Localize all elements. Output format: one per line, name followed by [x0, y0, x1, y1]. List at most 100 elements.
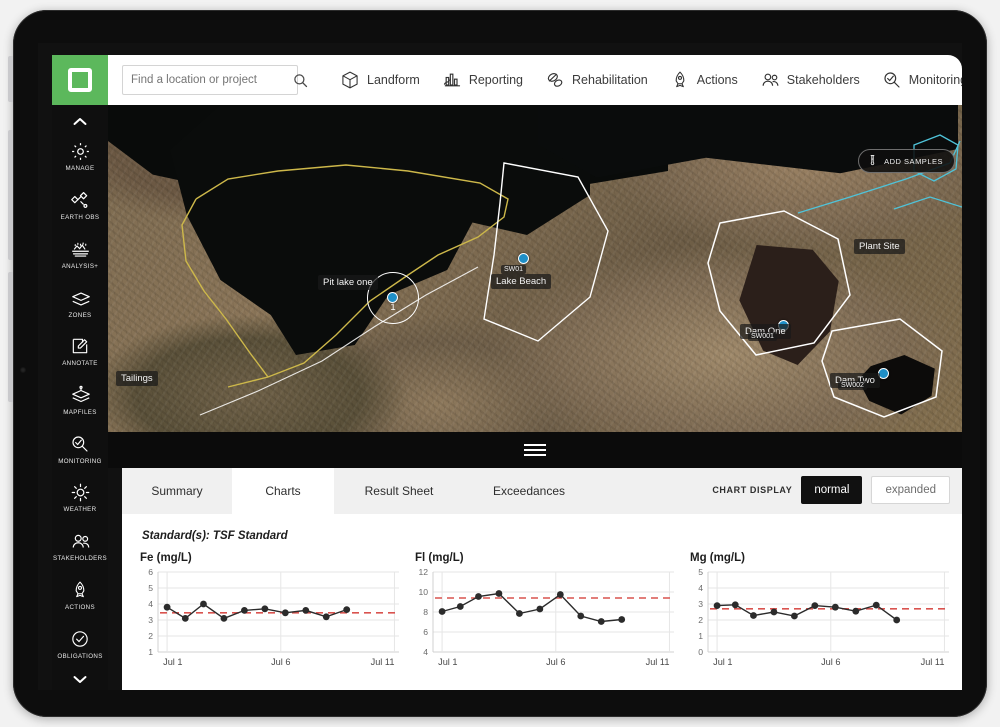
satellite-map[interactable]: 1 Tailings Pit lake one SW01 Lake Beach …	[108, 105, 962, 432]
top-navigation-bar: Landform Reporting	[52, 55, 962, 105]
hamburger-handle-icon	[524, 443, 546, 457]
rocket-icon	[670, 70, 690, 90]
map-label-tailings[interactable]: Tailings	[116, 371, 158, 386]
topnav-label-rehabilitation: Rehabilitation	[572, 73, 648, 87]
svg-text:4: 4	[423, 647, 428, 657]
tab-exceedances[interactable]: Exceedances	[464, 468, 594, 514]
device-power-button[interactable]	[8, 56, 13, 102]
topnav-item-monitoring[interactable]: Monitoring	[882, 70, 962, 90]
svg-text:Jul 1: Jul 1	[438, 657, 457, 667]
magnifier-check-icon	[882, 70, 902, 90]
people-icon	[760, 70, 780, 90]
sidebar-label-analysis: ANALYSIS+	[61, 262, 99, 270]
pit-lake-cluster-count: 1	[390, 302, 396, 313]
panel-drag-handle[interactable]	[108, 432, 962, 468]
layers-zones-icon	[70, 288, 91, 309]
app-screen: Landform Reporting	[38, 43, 962, 690]
test-tube-icon	[867, 154, 878, 169]
device-front-camera	[20, 367, 26, 373]
brand-logo-icon[interactable]	[52, 55, 108, 105]
chart-display-label: CHART DISPLAY	[712, 485, 793, 495]
sidebar-item-manage[interactable]: MANAGE	[52, 132, 108, 181]
svg-text:Jul 1: Jul 1	[163, 657, 182, 667]
svg-text:4: 4	[148, 599, 153, 609]
sidebar-scroll-down-icon[interactable]	[52, 669, 108, 690]
bottom-results-panel: Summary Charts Result Sheet Exceedances …	[122, 468, 962, 690]
map-label-plant-site[interactable]: Plant Site	[854, 239, 905, 254]
chart-card-fl: Fl (mg/L) 4 6 8 10 12 Jul 1 Jul 6 Jul 11	[407, 552, 682, 672]
sidebar-item-mapfiles[interactable]: MAPFILES	[52, 376, 108, 425]
topnav-label-reporting: Reporting	[468, 73, 524, 87]
topnav-item-actions[interactable]: Actions	[670, 70, 738, 90]
device-volume-down-button[interactable]	[8, 272, 13, 402]
marker-pit-lake-one[interactable]	[387, 292, 398, 303]
svg-text:5: 5	[698, 568, 703, 577]
standards-text: Standard(s): TSF Standard	[142, 530, 288, 542]
tab-result-sheet[interactable]: Result Sheet	[334, 468, 464, 514]
chart-plot-fe[interactable]: 1 2 3 4 5 6 Jul 1 Jul 6 Jul 11	[132, 568, 407, 672]
topnav-item-rehabilitation[interactable]: Rehabilitation	[545, 70, 648, 90]
tab-charts[interactable]: Charts	[232, 468, 334, 514]
map-label-lake-beach[interactable]: Lake Beach	[491, 274, 552, 289]
search-input[interactable]	[123, 74, 293, 86]
marker-lake-beach[interactable]	[518, 253, 529, 264]
sidebar-label-manage: MANAGE	[65, 165, 95, 173]
svg-text:3: 3	[148, 615, 153, 625]
topnav-label-landform: Landform	[367, 73, 420, 87]
topnav-label-monitoring: Monitoring	[908, 73, 962, 87]
add-samples-label: ADD SAMPLES	[884, 156, 943, 166]
chart-display-control: CHART DISPLAY normal expanded	[712, 476, 950, 504]
sidebar-scroll-up-icon[interactable]	[52, 111, 108, 132]
svg-text:5: 5	[148, 583, 153, 593]
map-label-pit-lake-one[interactable]: Pit lake one	[318, 275, 378, 290]
panel-tab-bar: Summary Charts Result Sheet Exceedances …	[122, 468, 962, 514]
topnav-label-actions: Actions	[696, 73, 738, 87]
add-samples-button[interactable]: ADD SAMPLES	[858, 149, 955, 173]
svg-text:Jul 11: Jul 11	[921, 657, 945, 667]
sidebar-label-earth-obs: EARTH OBS	[60, 214, 100, 222]
topnav-item-stakeholders[interactable]: Stakeholders	[760, 70, 860, 90]
svg-text:6: 6	[148, 568, 153, 577]
chart-title-fl: Fl (mg/L)	[415, 552, 464, 564]
svg-text:3: 3	[698, 599, 703, 609]
chart-plot-mg[interactable]: 0 1 2 3 4 5 Jul 1 Jul 6 Jul 11	[682, 568, 957, 672]
charts-container: Fe (mg/L) 1 2 3 4 5 6 Jul 1 Jul 6 Jul 11 Fl (mg/…	[132, 552, 957, 672]
chart-display-expanded-button[interactable]: expanded	[871, 476, 950, 504]
svg-text:Jul 6: Jul 6	[546, 657, 565, 667]
tab-summary[interactable]: Summary	[122, 468, 232, 514]
map-label-dam-one-code[interactable]: SW001	[748, 332, 777, 341]
top-nav-items: Landform Reporting Rehabilitation Action…	[340, 70, 962, 90]
topnav-item-reporting[interactable]: Reporting	[442, 70, 523, 90]
map-label-lake-beach-code[interactable]: SW01	[501, 265, 527, 274]
chart-plot-fl[interactable]: 4 6 8 10 12 Jul 1 Jul 6 Jul 11	[407, 568, 682, 672]
sidebar-item-analysis[interactable]: ANALYSIS+	[52, 230, 108, 279]
sidebar-item-zones[interactable]: ZONES	[52, 279, 108, 328]
sidebar-item-actions[interactable]: ACTIONS	[52, 571, 108, 620]
sidebar-item-annotate[interactable]: ANNOTATE	[52, 327, 108, 376]
device-volume-up-button[interactable]	[8, 130, 13, 260]
map-label-dam-two-code[interactable]: SW002	[838, 381, 867, 390]
svg-text:1: 1	[148, 647, 153, 657]
chart-title-mg: Mg (mg/L)	[690, 552, 745, 564]
search-box[interactable]	[122, 65, 308, 95]
sidebar-item-weather[interactable]: WEATHER	[52, 474, 108, 523]
topnav-item-landform[interactable]: Landform	[340, 70, 420, 90]
satellite-icon	[70, 190, 91, 211]
sidebar-item-monitoring[interactable]: MONITORING	[52, 425, 108, 474]
svg-text:Jul 6: Jul 6	[821, 657, 840, 667]
svg-text:Jul 11: Jul 11	[371, 657, 395, 667]
search-icon[interactable]	[293, 66, 308, 94]
svg-text:Jul 11: Jul 11	[646, 657, 670, 667]
sidebar-item-stakeholders[interactable]: STAKEHOLDERS	[52, 522, 108, 571]
svg-text:10: 10	[418, 587, 428, 597]
sidebar-item-earth-obs[interactable]: EARTH OBS	[52, 181, 108, 230]
people-icon	[70, 531, 91, 552]
svg-text:2: 2	[148, 631, 153, 641]
chart-display-normal-button[interactable]: normal	[801, 476, 863, 504]
svg-text:8: 8	[423, 607, 428, 617]
svg-text:4: 4	[698, 583, 703, 593]
svg-text:Jul 6: Jul 6	[271, 657, 290, 667]
check-circle-icon	[70, 629, 91, 650]
sidebar-item-obligations[interactable]: OBLIGATIONS	[52, 620, 108, 669]
rocket-icon	[70, 580, 91, 601]
